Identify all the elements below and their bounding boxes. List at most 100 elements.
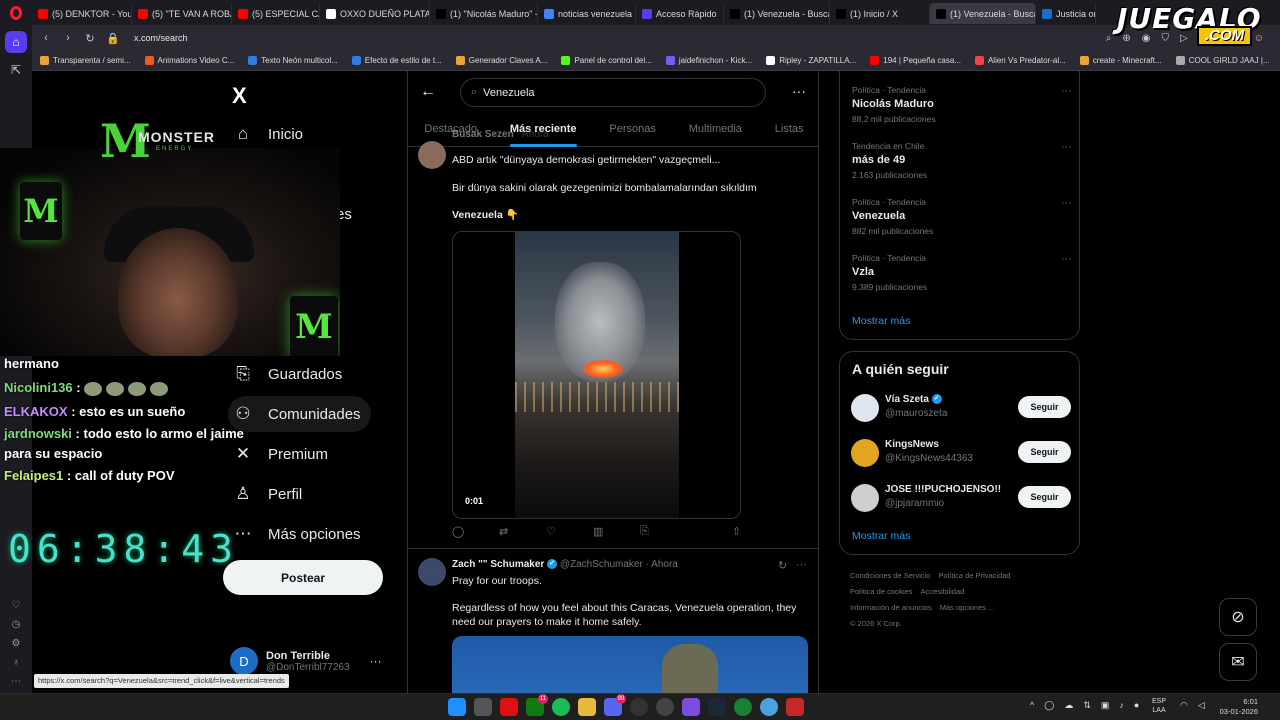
search-icon[interactable]: ⌕ bbox=[1106, 33, 1112, 44]
history-icon[interactable]: ◷ bbox=[12, 619, 21, 630]
retweet-icon[interactable]: ⇄ bbox=[499, 525, 546, 538]
show-more-link[interactable]: Mostrar más bbox=[852, 530, 910, 542]
bookmark-item[interactable]: Animations Video C... bbox=[144, 56, 234, 65]
volume-icon[interactable]: ◁ bbox=[1198, 700, 1205, 711]
tray-icon[interactable]: ◯ bbox=[1044, 700, 1054, 711]
media-icon[interactable] bbox=[786, 698, 804, 716]
reload-icon[interactable]: ↻ bbox=[84, 32, 96, 45]
edge-icon[interactable] bbox=[760, 698, 778, 716]
follow-button[interactable]: Seguir bbox=[1018, 396, 1071, 418]
browser-tab[interactable]: Acceso Rápido bbox=[636, 3, 724, 24]
tweet[interactable]: Zach "" Schumaker ✓ @ZachSchumaker · Aho… bbox=[408, 550, 818, 693]
follow-button[interactable]: Seguir bbox=[1018, 486, 1071, 508]
tray-icon[interactable]: ⇅ bbox=[1083, 700, 1091, 711]
browser-tab[interactable]: (1) Venezuela - Buscar / X bbox=[930, 3, 1036, 24]
browser-tab[interactable]: (1) Venezuela - Buscar / bbox=[724, 3, 830, 24]
more-icon[interactable]: ··· bbox=[1061, 197, 1072, 209]
bookmark-item[interactable]: create - Minecraft... bbox=[1079, 56, 1162, 65]
more-icon[interactable]: ··· bbox=[796, 559, 807, 571]
bookmark-item[interactable]: Panel de control del... bbox=[561, 56, 652, 65]
follow-suggestion[interactable]: Vía Szeta ✓ @mauroszeta Seguir bbox=[851, 393, 1071, 425]
start-icon[interactable] bbox=[448, 698, 466, 716]
more-icon[interactable]: ··· bbox=[1061, 85, 1072, 97]
home-icon[interactable]: ⌂ bbox=[5, 31, 27, 53]
more-icon[interactable]: ··· bbox=[1061, 253, 1072, 265]
views-icon[interactable]: ▥ bbox=[593, 525, 640, 538]
folder-icon[interactable] bbox=[578, 698, 596, 716]
trend-item[interactable]: Política · Tendencia Nicolás Maduro 88,2 m… bbox=[852, 85, 1072, 124]
bulb-icon[interactable]: ♁ bbox=[12, 657, 20, 668]
browser-tab[interactable]: (5) DENKTOR - YouTube bbox=[32, 3, 132, 24]
bookmark-item[interactable]: Generador Claves A... bbox=[455, 56, 547, 65]
bookmark-item[interactable]: Ripley - ZAPATILLA... bbox=[766, 56, 856, 65]
bookmark-icon[interactable]: ⎘ bbox=[640, 525, 720, 538]
bookmark-item[interactable]: 194 | Pequeña casa... bbox=[870, 56, 961, 65]
footer-link[interactable]: Condiciones de Servicio bbox=[850, 571, 930, 580]
trend-item[interactable]: Política · Tendencia Venezuela 882 mil pub… bbox=[852, 197, 1072, 236]
more-icon[interactable]: ⋯ bbox=[11, 676, 21, 687]
more-icon[interactable]: ··· bbox=[792, 83, 806, 99]
grok-icon[interactable]: ⊘ bbox=[1219, 598, 1257, 636]
trend-item[interactable]: Tendencia en Chile más de 49 2.163 publica… bbox=[852, 141, 1072, 180]
tweet-author[interactable]: Zach "" Schumaker ✓ @ZachSchumaker · Aho… bbox=[452, 559, 678, 570]
footer-link[interactable]: Política de cookies bbox=[850, 587, 913, 596]
bookmark-item[interactable]: Texto Neón multicol... bbox=[248, 56, 338, 65]
task-view-icon[interactable] bbox=[474, 698, 492, 716]
steam-icon[interactable] bbox=[708, 698, 726, 716]
nav-more-options[interactable]: ⋯ Más opciones bbox=[228, 516, 371, 552]
follow-button[interactable]: Seguir bbox=[1018, 441, 1071, 463]
bookmark-item[interactable]: Efecto de estilo de t... bbox=[351, 56, 442, 65]
tweet[interactable]: Busak Sezen · Ahora ABD artık "dünyaya d… bbox=[408, 129, 818, 549]
share-icon[interactable]: ⇧ bbox=[732, 525, 812, 538]
wifi-icon[interactable]: ◠ bbox=[1180, 700, 1188, 711]
browser-tab[interactable]: (1) "Nicolás Maduro" - bbox=[430, 3, 538, 24]
avatar[interactable] bbox=[418, 141, 446, 169]
follow-suggestion[interactable]: KingsNews @KingsNews44363 Seguir bbox=[851, 438, 1071, 470]
xbox-app-icon[interactable] bbox=[734, 698, 752, 716]
footer-link[interactable]: © 2026 X Corp. bbox=[850, 619, 902, 628]
trend-item[interactable]: Política · Tendencia Vzla 9.389 publicacio… bbox=[852, 253, 1072, 292]
post-button[interactable]: Postear bbox=[223, 560, 383, 595]
account-switcher[interactable]: D Don Terrible @DonTerribl77263 ··· bbox=[230, 645, 400, 677]
url-field[interactable]: x.com/search bbox=[134, 33, 1096, 43]
discord-icon[interactable]: 99 bbox=[604, 694, 626, 716]
show-more-link[interactable]: Mostrar más bbox=[852, 315, 910, 327]
browser-tab[interactable]: noticias venezuela - Bus bbox=[538, 3, 636, 24]
avatar[interactable] bbox=[851, 394, 879, 422]
footer-link[interactable]: Información de anuncios bbox=[850, 603, 932, 612]
spotify-icon[interactable] bbox=[552, 698, 570, 716]
bookmark-item[interactable]: COOL GIRLD JAAJ |... bbox=[1175, 56, 1270, 65]
nav-home[interactable]: ⌂ Inicio bbox=[228, 116, 313, 152]
footer-link[interactable]: Política de Privacidad bbox=[938, 571, 1010, 580]
opera-icon[interactable] bbox=[500, 698, 518, 716]
browser-tab[interactable]: Justicia ordena inde bbox=[1036, 3, 1096, 24]
microphone-icon[interactable]: ♪ bbox=[1119, 700, 1124, 711]
settings-icon[interactable]: ⚙ bbox=[12, 638, 21, 649]
chevron-up-icon[interactable]: ^ bbox=[1030, 700, 1034, 711]
grok-icon[interactable]: ↻ bbox=[778, 559, 787, 572]
bookmark-item[interactable]: Transparenta / semi... bbox=[40, 56, 131, 65]
browser-tab[interactable]: OXXO DUEÑO PLATA - bbox=[320, 3, 430, 24]
tray-icon[interactable]: ☁ bbox=[1064, 700, 1073, 711]
avatar[interactable] bbox=[851, 439, 879, 467]
language-indicator[interactable]: ESP LAA bbox=[1152, 697, 1166, 715]
pin-icon[interactable]: ⇱ bbox=[5, 59, 27, 81]
xbox-icon[interactable]: 11 bbox=[526, 694, 548, 716]
follow-suggestion[interactable]: JOSE !!!PUCHOJENSO!! @jpjarammio Seguir bbox=[851, 483, 1071, 515]
reply-icon[interactable]: ◯ bbox=[452, 525, 499, 538]
bookmark-item[interactable]: Alien Vs Predator-al... bbox=[974, 56, 1066, 65]
tweet-author[interactable]: Busak Sezen · Ahora bbox=[452, 129, 549, 140]
footer-link[interactable]: Accesibilidad bbox=[921, 587, 965, 596]
x-logo-icon[interactable]: X bbox=[232, 83, 247, 109]
opera-menu-button[interactable] bbox=[0, 0, 32, 25]
github-icon[interactable] bbox=[656, 698, 674, 716]
browser-tab[interactable]: (5) ESPECIAL CASI N bbox=[232, 3, 320, 24]
tray-icon[interactable]: ● bbox=[1134, 700, 1139, 711]
messages-icon[interactable]: ✉ bbox=[1219, 643, 1257, 681]
footer-link[interactable]: Más opciones ... bbox=[940, 603, 995, 612]
system-clock[interactable]: 6:01 03-01-2026 bbox=[1210, 697, 1258, 717]
back-arrow-icon[interactable]: ← bbox=[420, 83, 436, 101]
back-icon[interactable]: ‹ bbox=[40, 32, 52, 44]
heart-icon[interactable]: ♡ bbox=[12, 600, 21, 611]
tweet-image[interactable] bbox=[452, 636, 808, 693]
